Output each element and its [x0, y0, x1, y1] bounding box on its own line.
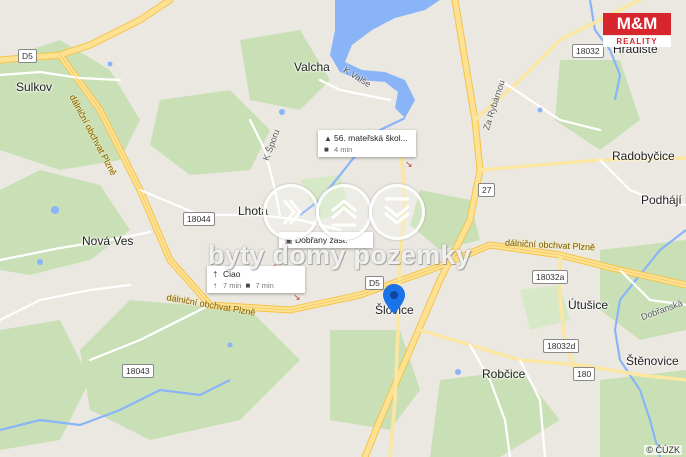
walking-icon: ↑ [213, 281, 217, 290]
place-robcice: Robčice [482, 367, 526, 381]
fork-knife-icon: † [213, 270, 218, 279]
car-icon: ■ [245, 281, 251, 290]
brand-logo: M&M REALITY [603, 13, 671, 47]
poi-card-school[interactable]: ▲ 56. mateřská škol... ■ 4 min [318, 130, 416, 157]
place-nova-ves: Nová Ves [82, 234, 134, 248]
shield-18043: 18043 [122, 364, 154, 378]
brand-logo-top: M&M [603, 13, 671, 35]
shield-18044: 18044 [183, 212, 215, 226]
watermark-icon-down-arrows [369, 184, 425, 240]
brand-logo-bottom: REALITY [603, 36, 671, 47]
poi-card-school-time: 4 min [334, 145, 353, 154]
pointer-arrow-icon: ↘ [405, 159, 413, 169]
poi-card-school-title: 56. mateřská škol... [334, 133, 408, 143]
watermark-icon-right-arrows [263, 184, 319, 240]
shield-180: 180 [573, 367, 596, 381]
shield-27: 27 [478, 183, 496, 197]
shield-d5-top: D5 [18, 49, 37, 63]
poi-card-restaurant-walk: 7 min [223, 281, 242, 290]
poi-card-restaurant-drive: 7 min [255, 281, 274, 290]
place-radobycice: Radobyčice [612, 149, 675, 163]
graduation-cap-icon: ▲ [324, 134, 332, 143]
pointer-arrow-icon: ↘ [293, 292, 301, 302]
location-pin-icon[interactable] [383, 284, 405, 319]
shield-d5-mid: D5 [365, 276, 384, 290]
place-stenovice: Štěnovice [626, 354, 679, 368]
watermark-text: byty domy pozemky [208, 240, 472, 270]
place-podhaji: Podhájí [641, 193, 682, 207]
place-valcha: Valcha [294, 60, 330, 74]
copyright: © ČÚZK [644, 445, 682, 455]
watermark-icon-up-arrows [316, 184, 372, 240]
shield-18032a: 18032a [532, 270, 569, 284]
place-sulkov: Sulkov [16, 80, 53, 94]
shield-18032d: 18032d [543, 339, 580, 353]
map[interactable]: Sulkov Valcha Hradiště Radobyčice Podháj… [0, 0, 686, 457]
car-icon: ■ [324, 145, 329, 154]
place-utusice: Útušice [568, 298, 609, 312]
shield-18032-top: 18032 [572, 44, 604, 58]
